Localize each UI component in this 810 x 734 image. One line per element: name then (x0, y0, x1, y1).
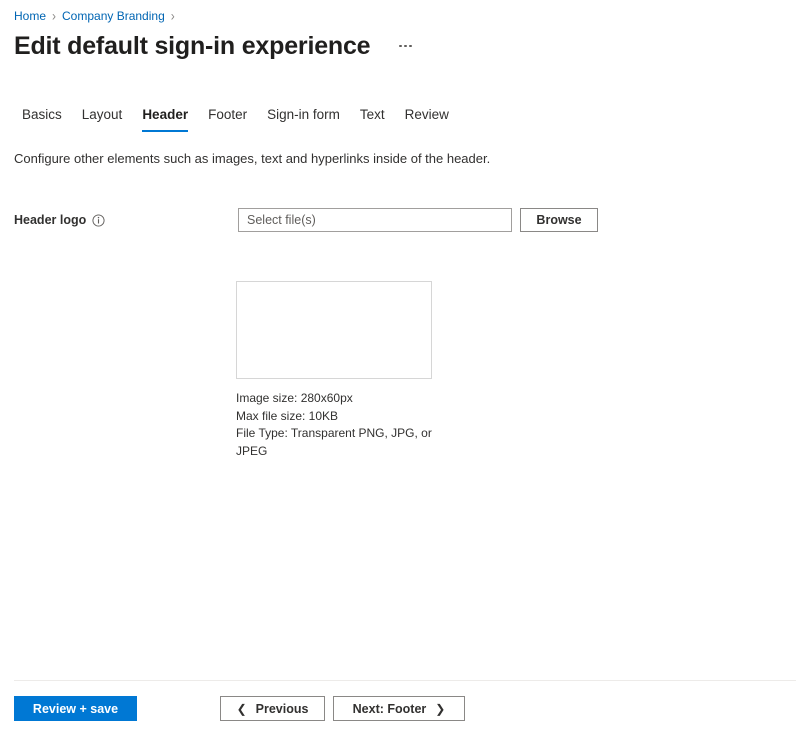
breadcrumb-separator-icon: › (52, 7, 56, 25)
previous-button[interactable]: ❮ Previous (220, 696, 325, 721)
tab-review[interactable]: Review (395, 104, 459, 132)
header-logo-label: Header logo (14, 211, 86, 229)
page-title: Edit default sign-in experience (14, 30, 370, 62)
tab-bar: Basics Layout Header Footer Sign-in form… (12, 104, 459, 134)
info-icon[interactable] (92, 214, 105, 227)
chevron-left-icon: ❮ (237, 703, 247, 715)
spec-file-type: File Type: Transparent PNG, JPG, or JPEG (236, 425, 436, 460)
tab-basics[interactable]: Basics (12, 104, 72, 132)
title-row: Edit default sign-in experience (14, 30, 418, 62)
chevron-right-icon: ❯ (435, 703, 445, 715)
footer-action-bar: Review + save ❮ Previous Next: Footer ❯ (0, 696, 810, 722)
ellipsis-dot (404, 45, 407, 48)
tab-text[interactable]: Text (350, 104, 395, 132)
breadcrumb-item-company-branding[interactable]: Company Branding (62, 8, 165, 24)
tab-sign-in-form[interactable]: Sign-in form (257, 104, 350, 132)
breadcrumb-separator-icon: › (171, 7, 175, 25)
breadcrumb-item-home[interactable]: Home (14, 8, 46, 24)
review-and-save-button[interactable]: Review + save (14, 696, 137, 721)
browse-button[interactable]: Browse (520, 208, 598, 232)
next-button[interactable]: Next: Footer ❯ (333, 696, 465, 721)
breadcrumb: Home › Company Branding › (14, 8, 181, 24)
ellipsis-dot (399, 45, 402, 48)
header-logo-preview (236, 281, 432, 379)
header-logo-form-row: Header logo Browse (0, 208, 810, 234)
previous-button-label: Previous (256, 702, 309, 716)
header-logo-specs: Image size: 280x60px Max file size: 10KB… (236, 390, 436, 460)
section-description: Configure other elements such as images,… (14, 150, 490, 168)
spec-image-size: Image size: 280x60px (236, 390, 436, 408)
tab-header[interactable]: Header (132, 104, 198, 132)
footer-divider (14, 680, 796, 681)
spec-max-file-size: Max file size: 10KB (236, 408, 436, 426)
tab-layout[interactable]: Layout (72, 104, 133, 132)
ellipsis-icon[interactable] (392, 33, 418, 59)
header-logo-label-group: Header logo (14, 211, 105, 229)
next-button-label: Next: Footer (353, 702, 427, 716)
ellipsis-dot (409, 45, 412, 48)
tab-footer[interactable]: Footer (198, 104, 257, 132)
header-logo-file-input[interactable] (238, 208, 512, 232)
